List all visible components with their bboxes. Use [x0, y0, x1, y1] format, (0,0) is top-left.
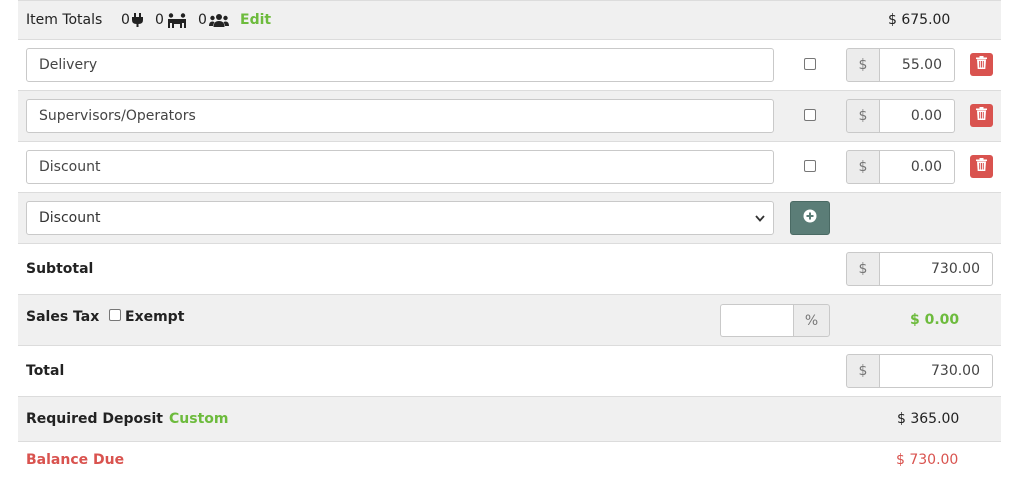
currency-addon: $	[846, 150, 880, 184]
delete-line-item-button[interactable]	[970, 53, 993, 76]
subtotal-label: Subtotal	[26, 261, 94, 277]
line-item-amount-input[interactable]: 0.00	[880, 150, 955, 184]
line-item-amount-input[interactable]: 55.00	[880, 48, 955, 82]
add-item-row: Discount	[18, 192, 1001, 243]
line-item-checkbox[interactable]	[804, 109, 816, 121]
item-totals-row: Item Totals 0 0 0 Edit $ 675.00	[18, 0, 1001, 39]
total-label: Total	[26, 363, 65, 379]
chevron-down-icon	[755, 210, 765, 226]
trash-icon	[976, 107, 987, 124]
item-totals-amount: $ 675.00	[888, 12, 951, 28]
balance-row: Balance Due $ 730.00	[18, 441, 1001, 483]
line-item-row: Delivery $ 55.00	[18, 39, 1001, 90]
sales-tax-amount: $ 0.00	[910, 312, 960, 328]
line-item-checkbox[interactable]	[804, 160, 816, 172]
exempt-label: Exempt	[125, 309, 185, 325]
plug-icon	[132, 13, 143, 31]
plus-circle-icon	[803, 209, 817, 227]
item-type-select[interactable]: Discount	[26, 201, 774, 235]
worker-count: 0	[155, 12, 164, 28]
percent-addon: %	[793, 304, 830, 337]
balance-label: Balance Due	[26, 452, 125, 468]
trash-icon	[976, 158, 987, 175]
line-item-name-input[interactable]: Supervisors/Operators	[26, 99, 774, 133]
total-row: Total $ 730.00	[18, 345, 1001, 396]
tax-rate-input[interactable]	[720, 304, 793, 337]
edit-link[interactable]: Edit	[240, 12, 271, 28]
subtotal-amount-input[interactable]: 730.00	[880, 252, 993, 286]
add-item-button[interactable]	[790, 201, 830, 235]
line-item-name-input[interactable]: Delivery	[26, 48, 774, 82]
currency-addon: $	[846, 252, 880, 286]
subtotal-row: Subtotal $ 730.00	[18, 243, 1001, 294]
currency-addon: $	[846, 99, 880, 133]
sales-tax-label: Sales Tax	[26, 309, 100, 325]
people-carry-icon	[167, 13, 187, 32]
deposit-row: Required Deposit Custom $ 365.00	[18, 396, 1001, 441]
line-item-amount-input[interactable]: 0.00	[880, 99, 955, 133]
delete-line-item-button[interactable]	[970, 104, 993, 127]
line-item-name-input[interactable]: Discount	[26, 150, 774, 184]
item-totals-label: Item Totals	[26, 12, 103, 28]
delete-line-item-button[interactable]	[970, 155, 993, 178]
people-count: 0	[198, 12, 207, 28]
custom-deposit-link[interactable]: Custom	[169, 411, 228, 427]
users-icon	[209, 14, 229, 31]
trash-icon	[976, 56, 987, 73]
currency-addon: $	[846, 48, 880, 82]
line-item-row: Supervisors/Operators $ 0.00	[18, 90, 1001, 141]
deposit-label: Required Deposit	[26, 411, 163, 427]
line-item-row: Discount $ 0.00	[18, 141, 1001, 192]
sales-tax-row: Sales Tax Exempt % $ 0.00	[18, 294, 1001, 345]
line-item-checkbox[interactable]	[804, 58, 816, 70]
balance-amount: $ 730.00	[896, 452, 959, 468]
exempt-checkbox[interactable]	[109, 309, 121, 321]
total-amount-input[interactable]: 730.00	[880, 354, 993, 388]
deposit-amount: $ 365.00	[897, 411, 960, 427]
outlet-count: 0	[121, 12, 130, 28]
currency-addon: $	[846, 354, 880, 388]
